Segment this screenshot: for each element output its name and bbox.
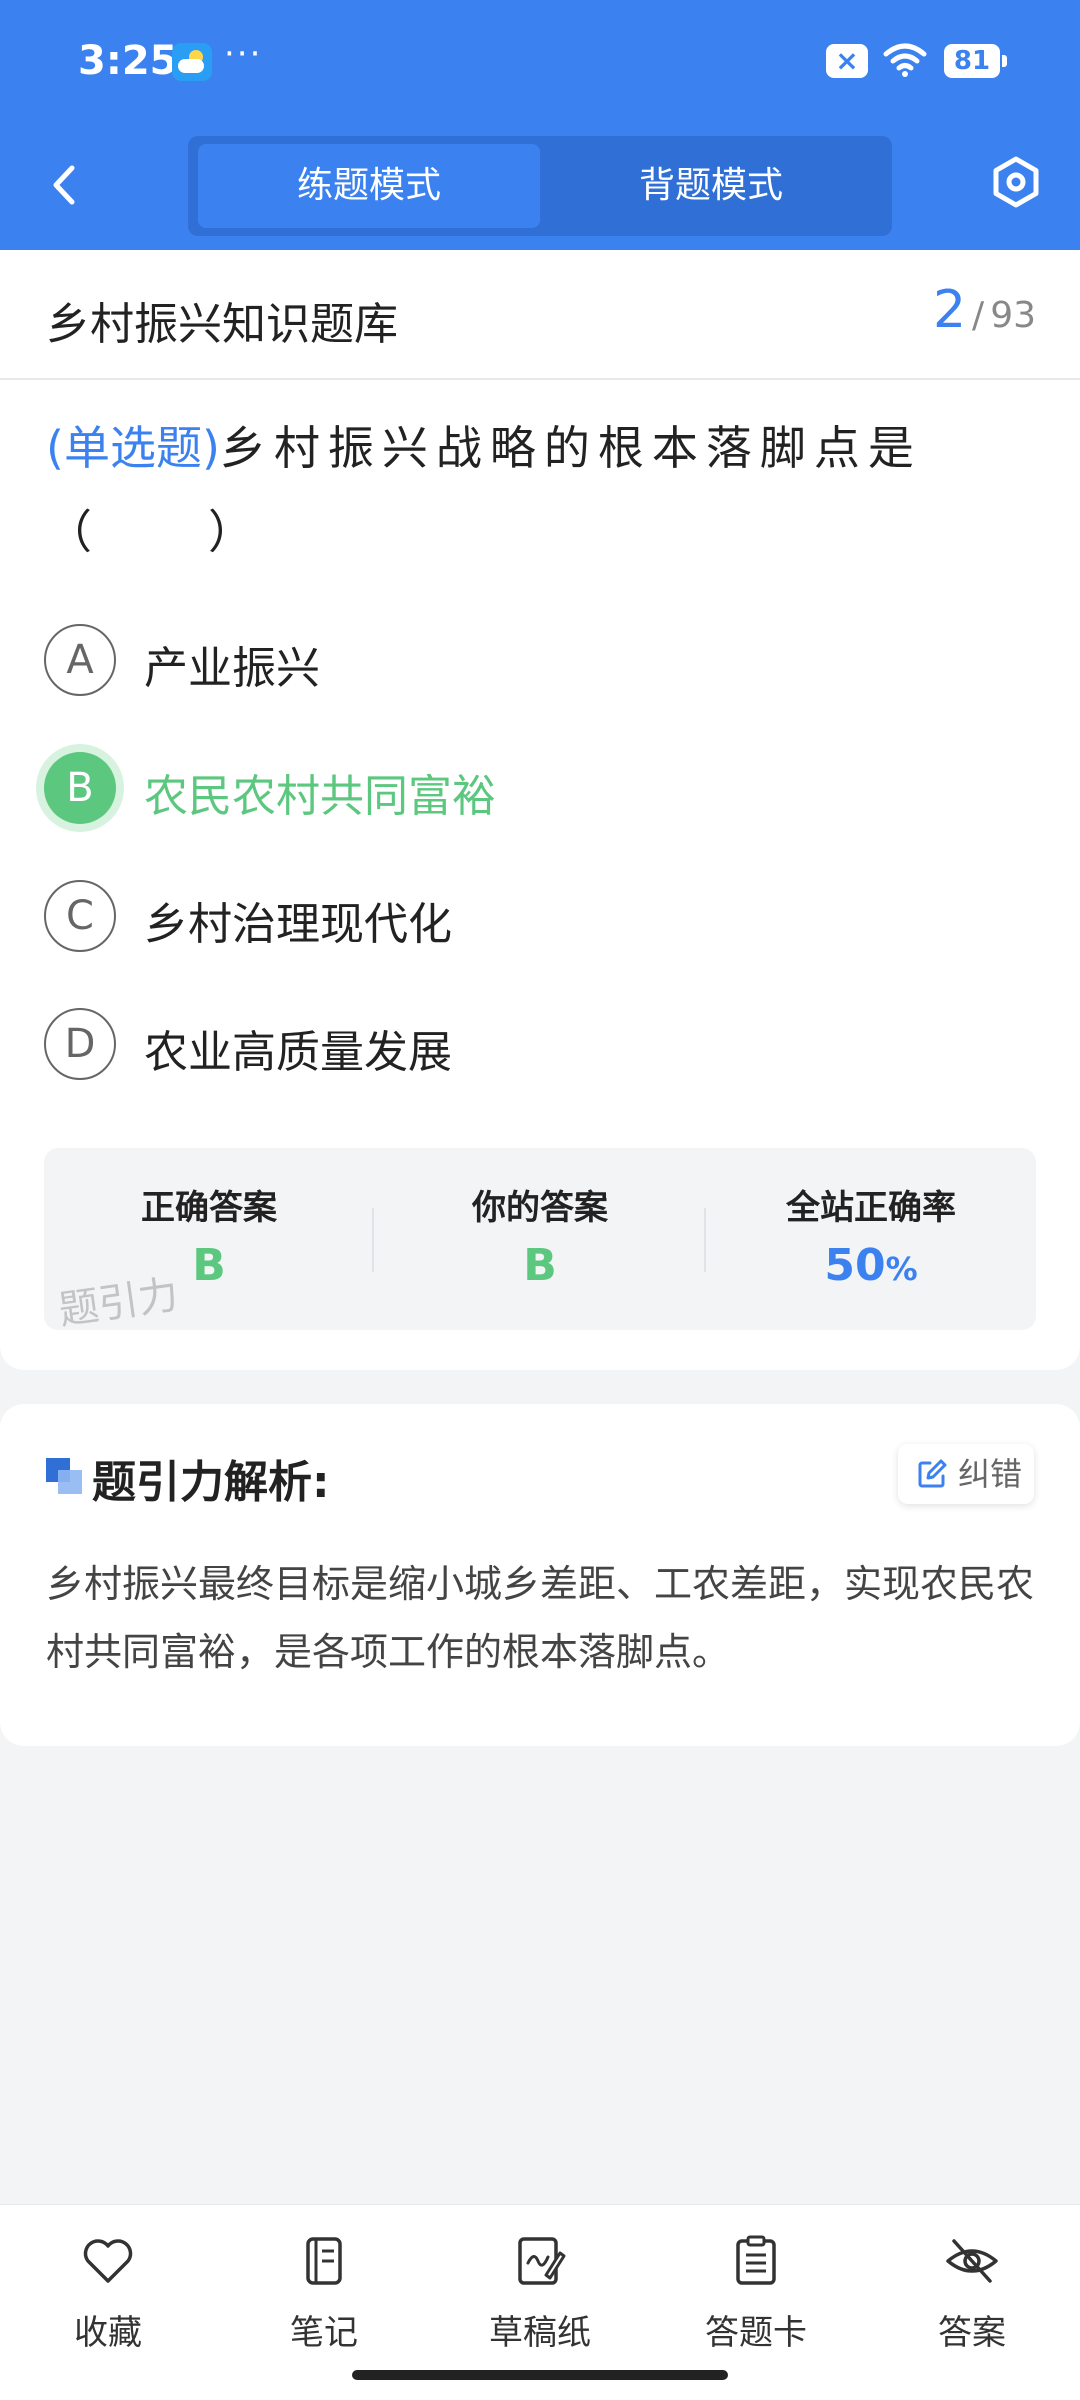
notes-label: 笔记: [290, 2313, 358, 2353]
draft-icon: [518, 2237, 566, 2285]
home-indicator[interactable]: [352, 2370, 728, 2380]
option-text: 产业振兴: [144, 643, 320, 694]
draft-paper-label: 草稿纸: [489, 2313, 591, 2353]
stat-label: 正确答案: [141, 1188, 277, 1228]
status-time: 3:25: [78, 38, 178, 84]
current-question-number: 2: [932, 280, 967, 340]
your-answer-stat: 你的答案 B: [375, 1148, 705, 1330]
mode-toggle: 练题模式 背题模式: [188, 136, 892, 236]
notebook-icon: [306, 2237, 342, 2285]
stat-label: 你的答案: [472, 1188, 608, 1228]
analysis-title: 题引力解析:: [92, 1457, 330, 1508]
show-answer-button[interactable]: 答案: [892, 2231, 1052, 2371]
favorite-button[interactable]: 收藏: [28, 2231, 188, 2371]
analysis-square-icon: [46, 1458, 82, 1494]
tab-memorize-mode[interactable]: 背题模式: [540, 144, 882, 228]
battery-indicator: 81: [944, 44, 1007, 78]
question-progress: 2/93: [933, 280, 1036, 340]
favorite-label: 收藏: [74, 2313, 142, 2353]
analysis-card: 题引力解析: 纠错 乡村振兴最终目标是缩小城乡差距、工农差距，实现农民农村共同富…: [0, 1404, 1080, 1746]
report-error-button[interactable]: 纠错: [898, 1444, 1034, 1504]
option-text: 农业高质量发展: [144, 1027, 452, 1078]
option-c[interactable]: C 乡村治理现代化: [44, 864, 1044, 964]
back-icon[interactable]: [40, 150, 90, 220]
question-card: 乡村振兴知识题库 2/93 (单选题)乡村振兴战略的根本落脚点是（ ） A 产业…: [0, 250, 1080, 1370]
no-sim-icon: ×: [826, 44, 868, 78]
question-stem: (单选题)乡村振兴战略的根本落脚点是（ ）: [46, 406, 1046, 574]
stat-value: B: [523, 1240, 557, 1291]
clipboard-icon: [736, 2235, 776, 2285]
notes-button[interactable]: 笔记: [244, 2231, 404, 2371]
divider: [372, 1208, 374, 1272]
stat-label: 全站正确率: [786, 1188, 956, 1228]
accuracy-number: 50: [824, 1240, 886, 1291]
total-questions: 93: [990, 295, 1036, 336]
settings-icon[interactable]: [988, 154, 1044, 210]
option-key-badge: A: [44, 624, 116, 696]
stat-value: 50%: [706, 1240, 1036, 1291]
eye-off-icon: [946, 2239, 998, 2283]
option-key-badge: B: [44, 752, 116, 824]
option-text: 乡村治理现代化: [144, 899, 452, 950]
answer-stats: 正确答案 B 你的答案 B 全站正确率 50% 题引力: [44, 1148, 1036, 1330]
option-key-badge: C: [44, 880, 116, 952]
show-answer-label: 答案: [938, 2313, 1006, 2353]
accuracy-unit: %: [885, 1250, 918, 1288]
heart-icon: [83, 2239, 133, 2283]
option-key-badge: D: [44, 1008, 116, 1080]
option-text: 农民农村共同富裕: [144, 771, 496, 822]
draft-paper-button[interactable]: 草稿纸: [460, 2231, 620, 2371]
analysis-text: 乡村振兴最终目标是缩小城乡差距、工农差距，实现农民农村共同富裕，是各项工作的根本…: [46, 1562, 1035, 1674]
top-bar: 3:25 ··· × 81 练题模式 背题模式: [0, 0, 1080, 250]
weather-app-icon: [172, 43, 212, 81]
tab-practice-mode[interactable]: 练题模式: [198, 144, 540, 228]
bank-header: 乡村振兴知识题库 2/93: [0, 250, 1080, 380]
more-notifications-icon: ···: [224, 34, 263, 74]
option-d[interactable]: D 农业高质量发展: [44, 992, 1044, 1092]
answer-sheet-label: 答题卡: [705, 2313, 807, 2353]
question-type-label: (单选题): [46, 421, 220, 475]
bank-title: 乡村振兴知识题库: [46, 299, 398, 350]
report-error-label: 纠错: [958, 1455, 1023, 1493]
edit-icon: [918, 1459, 947, 1488]
option-a[interactable]: A 产业振兴: [44, 608, 1044, 708]
progress-separator: /: [972, 295, 985, 336]
answer-sheet-button[interactable]: 答题卡: [676, 2231, 836, 2371]
option-b[interactable]: B 农民农村共同富裕: [44, 736, 1044, 836]
wifi-icon: [883, 43, 927, 77]
site-accuracy-stat: 全站正确率 50%: [706, 1148, 1036, 1330]
